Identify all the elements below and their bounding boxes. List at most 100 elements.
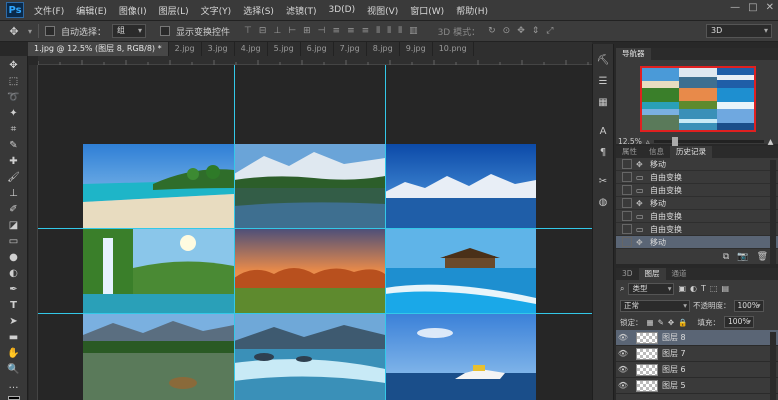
distribute-top-icon[interactable]: ≡ [333, 26, 341, 36]
lock-image-icon[interactable]: ✎ [658, 318, 664, 327]
layer-row[interactable]: 👁 图层 5 [616, 378, 778, 394]
history-scrollbar[interactable] [770, 160, 776, 264]
paragraph-icon[interactable]: ¶ [595, 146, 611, 158]
type-tool-icon[interactable]: T [6, 300, 22, 311]
eye-icon[interactable]: 👁 [616, 365, 630, 374]
distribute-left-icon[interactable]: ⦀ [376, 26, 380, 36]
magic-wand-tool-icon[interactable]: ✦ [6, 108, 22, 119]
tab-3d[interactable]: 3D [616, 268, 639, 280]
menu-filter[interactable]: 滤镜(T) [280, 4, 323, 17]
tab-8-jpg[interactable]: 8.jpg [367, 42, 400, 56]
healing-brush-tool-icon[interactable]: ✚ [6, 156, 22, 167]
history-brush-source-box[interactable] [622, 172, 632, 182]
guide-vertical[interactable] [234, 65, 235, 400]
tab-layers[interactable]: 图层 [638, 268, 666, 280]
show-transform-checkbox[interactable] [160, 26, 171, 36]
character-icon[interactable]: A [595, 125, 611, 137]
eye-icon[interactable]: 👁 [616, 381, 630, 390]
dodge-tool-icon[interactable]: ◐ [6, 268, 22, 279]
history-brush-source-box[interactable] [622, 185, 632, 195]
navigator-preview[interactable] [640, 66, 756, 132]
filter-smart-icon[interactable]: ▤ [721, 284, 729, 293]
3d-rotate-icon[interactable]: ↻ [488, 26, 496, 36]
move-tool-icon[interactable]: ✥ [6, 60, 22, 71]
filter-shape-icon[interactable]: ⬚ [710, 284, 718, 293]
crop-tool-icon[interactable]: ⌗ [6, 124, 22, 135]
auto-select-dropdown[interactable]: 组 [112, 24, 147, 38]
path-selection-tool-icon[interactable]: ➤ [6, 316, 22, 327]
menu-window[interactable]: 窗口(W) [404, 4, 450, 17]
more-tools-icon[interactable]: … [6, 380, 22, 391]
eye-icon[interactable]: 👁 [616, 349, 630, 358]
distribute-right-icon[interactable]: ⦀ [398, 26, 402, 36]
distribute-hcenter-icon[interactable]: ⦀ [387, 26, 391, 36]
tab-7-jpg[interactable]: 7.jpg [334, 42, 367, 56]
lock-transparent-icon[interactable]: ▦ [647, 318, 654, 327]
zoom-out-icon[interactable]: ▵ [646, 137, 650, 146]
eraser-tool-icon[interactable]: ◪ [6, 220, 22, 231]
adjustments-icon[interactable]: ☰ [595, 75, 611, 87]
zoom-tool-icon[interactable]: 🔍 [6, 364, 22, 375]
tab-1-jpg[interactable]: 1.jpg @ 12.5% (图层 8, RGB/8) * [28, 42, 169, 56]
distribute-vcenter-icon[interactable]: ≡ [347, 26, 355, 36]
align-bottom-icon[interactable]: ⊥ [273, 26, 281, 36]
3d-roll-icon[interactable]: ⊙ [503, 26, 511, 36]
history-item[interactable]: ▭ 自由变换 [616, 210, 778, 223]
3d-slide-icon[interactable]: ⇕ [532, 26, 540, 36]
history-item[interactable]: ▭ 自由变换 [616, 184, 778, 197]
menu-file[interactable]: 文件(F) [28, 4, 70, 17]
layer-row[interactable]: 👁 图层 7 [616, 346, 778, 362]
eyedropper-tool-icon[interactable]: ✎ [6, 140, 22, 151]
tab-history[interactable]: 历史记录 [670, 146, 712, 158]
brush-tool-icon[interactable]: 🖌 [6, 172, 22, 183]
shape-tool-icon[interactable]: ▬ [6, 332, 22, 343]
align-left-icon[interactable]: ⊢ [288, 26, 296, 36]
3d-scale-icon[interactable]: ⤢ [546, 26, 553, 36]
workspace-dropdown[interactable]: 3D [706, 24, 772, 38]
move-tool-preset-icon[interactable]: ✥ [6, 25, 22, 38]
history-brush-source-box[interactable] [622, 237, 632, 247]
guide-vertical[interactable] [385, 65, 386, 400]
tab-2-jpg[interactable]: 2.jpg [169, 42, 202, 56]
pen-tool-icon[interactable]: ✒ [6, 284, 22, 295]
distribute-bottom-icon[interactable]: ≡ [362, 26, 370, 36]
lasso-tool-icon[interactable]: ➰ [6, 92, 22, 103]
layers-scrollbar[interactable] [770, 332, 776, 400]
tab-10-png[interactable]: 10.png [433, 42, 474, 56]
menu-3d[interactable]: 3D(D) [322, 5, 361, 15]
opacity-input[interactable]: 100% [733, 299, 764, 312]
history-item[interactable]: ✥ 移动 [616, 158, 778, 171]
align-top-icon[interactable]: ⊤ [244, 26, 252, 36]
fill-input[interactable]: 100% [724, 316, 755, 328]
new-snapshot-icon[interactable]: 📷 [737, 252, 748, 262]
close-icon[interactable]: ✕ [766, 2, 774, 13]
maximize-icon[interactable]: □ [748, 2, 757, 13]
preset-chevron-icon[interactable]: ▾ [28, 27, 32, 36]
history-brush-tool-icon[interactable]: ✐ [6, 204, 22, 215]
tab-6-jpg[interactable]: 6.jpg [301, 42, 334, 56]
tab-properties[interactable]: 属性 [616, 146, 643, 158]
zoom-value[interactable]: 12.5% [618, 137, 642, 146]
filter-adjust-icon[interactable]: ◐ [690, 284, 697, 293]
3d-pan-icon[interactable]: ✥ [517, 26, 525, 36]
document-canvas[interactable] [38, 65, 592, 400]
guide-horizontal[interactable] [38, 228, 592, 229]
menu-image[interactable]: 图像(I) [113, 4, 153, 17]
history-brush-source-box[interactable] [622, 224, 632, 234]
history-brush-source-box[interactable] [622, 211, 632, 221]
layer-row[interactable]: 👁 图层 6 [616, 362, 778, 378]
align-right-icon[interactable]: ⊣ [318, 26, 326, 36]
gradient-tool-icon[interactable]: ▭ [6, 236, 22, 247]
minimize-icon[interactable]: — [730, 2, 740, 13]
auto-align-icon[interactable]: ▥ [409, 26, 418, 36]
align-hcenter-icon[interactable]: ⊞ [303, 26, 311, 36]
history-item-selected[interactable]: ✥ 移动 [616, 236, 778, 249]
zoom-slider-knob[interactable] [671, 136, 678, 146]
guide-horizontal[interactable] [38, 313, 592, 314]
zoom-slider[interactable] [653, 136, 764, 146]
menu-layer[interactable]: 图层(L) [153, 4, 195, 17]
menu-edit[interactable]: 编辑(E) [70, 4, 113, 17]
menu-help[interactable]: 帮助(H) [450, 4, 494, 17]
menu-select[interactable]: 选择(S) [237, 4, 280, 17]
new-document-from-state-icon[interactable]: ⧉ [723, 252, 729, 262]
